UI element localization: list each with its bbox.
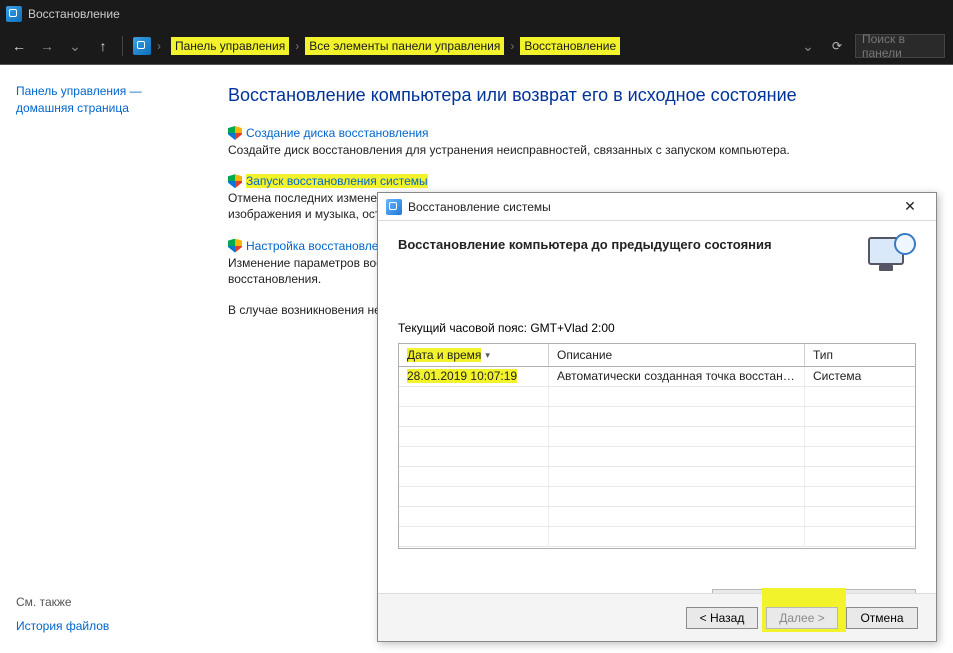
- link-file-history[interactable]: История файлов: [16, 619, 109, 633]
- crumb-control-panel[interactable]: Панель управления: [171, 37, 289, 55]
- address-dropdown-icon[interactable]: ⌄: [797, 35, 819, 57]
- back-button[interactable]: < Назад: [686, 607, 758, 629]
- shield-icon: [228, 174, 242, 188]
- cell-desc: Автоматически созданная точка восстановл…: [549, 367, 805, 386]
- chevron-right-icon: ›: [295, 39, 299, 53]
- cell-type: Система: [805, 367, 915, 386]
- dialog-body: Восстановление компьютера до предыдущего…: [378, 221, 936, 593]
- nav-forward-icon[interactable]: →: [36, 35, 58, 57]
- system-restore-icon: [868, 233, 916, 277]
- table-row: [399, 407, 915, 427]
- table-row: [399, 387, 915, 407]
- col-date[interactable]: Дата и время ▾: [399, 344, 549, 366]
- see-also-label: См. также: [16, 595, 109, 609]
- app-icon: [6, 6, 22, 22]
- table-header: Дата и время ▾ Описание Тип: [399, 344, 915, 367]
- table-row: [399, 487, 915, 507]
- sort-desc-icon: ▾: [485, 350, 490, 361]
- nav-up-icon[interactable]: ↑: [92, 35, 114, 57]
- window-title: Восстановление: [28, 7, 120, 21]
- page-heading: Восстановление компьютера или возврат ег…: [228, 85, 925, 106]
- dialog-heading: Восстановление компьютера до предыдущего…: [398, 237, 772, 252]
- nav-back-icon[interactable]: ←: [8, 35, 30, 57]
- navbar: ← → ⌄ ↑ › Панель управления › Все элемен…: [0, 28, 953, 64]
- search-input[interactable]: Поиск в панели: [855, 34, 945, 58]
- see-also: См. также История файлов: [16, 595, 109, 633]
- col-type[interactable]: Тип: [805, 344, 915, 366]
- restore-points-table: Дата и время ▾ Описание Тип 28.01.2019 1…: [398, 343, 916, 549]
- col-date-label: Дата и время: [407, 348, 481, 362]
- crumb-all-items[interactable]: Все элементы панели управления: [305, 37, 504, 55]
- dialog-titlebar: Восстановление системы ✕: [378, 193, 936, 221]
- entry-create-recovery-disk: Создание диска восстановления Создайте д…: [228, 126, 925, 158]
- table-row: [399, 507, 915, 527]
- refresh-icon[interactable]: ⟳: [825, 34, 849, 58]
- table-row: [399, 427, 915, 447]
- shield-icon: [228, 239, 242, 253]
- timezone-label: Текущий часовой пояс: GMT+Vlad 2:00: [398, 321, 916, 335]
- close-icon[interactable]: ✕: [892, 196, 928, 218]
- shield-icon: [228, 126, 242, 140]
- dialog-icon: [386, 199, 402, 215]
- link-create-recovery-disk[interactable]: Создание диска восстановления: [246, 126, 429, 140]
- cp-home-line2: домашняя страница: [16, 101, 129, 115]
- nav-recent-icon[interactable]: ⌄: [64, 35, 86, 57]
- cp-home-line1: Панель управления —: [16, 84, 142, 98]
- breadcrumb: Панель управления › Все элементы панели …: [171, 34, 791, 58]
- separator: [122, 36, 123, 56]
- next-button[interactable]: Далее >: [766, 607, 838, 629]
- crumb-sep-icon: ›: [157, 39, 161, 53]
- system-restore-dialog: Восстановление системы ✕ Восстановление …: [377, 192, 937, 642]
- titlebar: Восстановление: [0, 0, 953, 28]
- cp-home-link[interactable]: Панель управления — домашняя страница: [16, 83, 184, 117]
- address-bar-icon: [133, 37, 151, 55]
- table-row[interactable]: 28.01.2019 10:07:19 Автоматически создан…: [399, 367, 915, 387]
- table-row: [399, 467, 915, 487]
- crumb-recovery[interactable]: Восстановление: [520, 37, 620, 55]
- cancel-button[interactable]: Отмена: [846, 607, 918, 629]
- desc-create-recovery-disk: Создайте диск восстановления для устране…: [228, 142, 925, 158]
- table-row: [399, 527, 915, 547]
- cell-date: 28.01.2019 10:07:19: [407, 369, 517, 383]
- table-row: [399, 447, 915, 467]
- dialog-title: Восстановление системы: [408, 200, 886, 214]
- link-start-system-restore[interactable]: Запуск восстановления системы: [246, 174, 428, 188]
- dialog-footer: < Назад Далее > Отмена: [378, 593, 936, 641]
- sidebar: Панель управления — домашняя страница: [0, 65, 200, 653]
- search-placeholder: Поиск в панели: [862, 32, 938, 60]
- col-desc[interactable]: Описание: [549, 344, 805, 366]
- chevron-right-icon: ›: [510, 39, 514, 53]
